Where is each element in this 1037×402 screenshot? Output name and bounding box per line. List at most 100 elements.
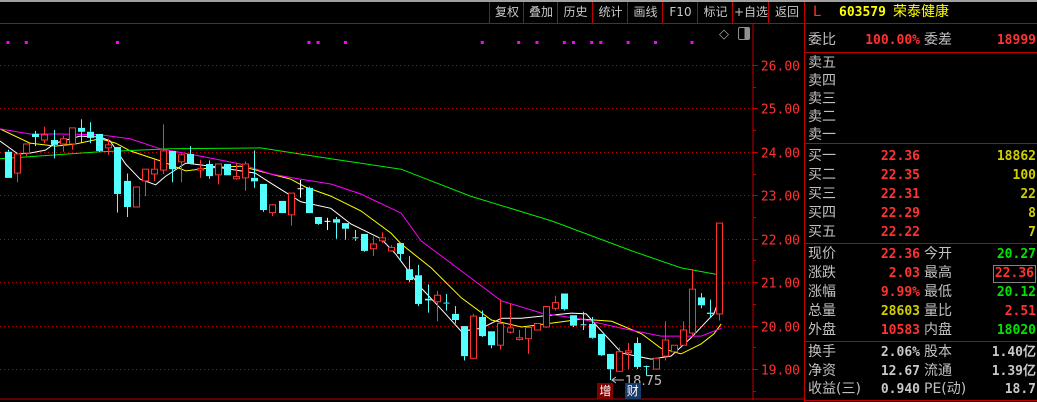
candle-body (288, 192, 295, 216)
toolbar-button-6[interactable]: 标记 (697, 2, 733, 23)
weibi-row: 委比 100.00% 委差 18999 (805, 31, 1037, 50)
candle-body (716, 222, 723, 315)
panel-toggle-icon[interactable] (738, 27, 750, 40)
info-value: 18.7 (1004, 382, 1036, 397)
candle-body (251, 177, 258, 182)
event-dot (517, 41, 521, 44)
stat-value: 22.36 (992, 265, 1036, 283)
price-tick-label: 26.00 (761, 60, 800, 75)
candle-body (653, 357, 660, 370)
divider (805, 52, 1037, 53)
candle-body (197, 167, 204, 171)
divider (805, 400, 1037, 401)
candle-body (698, 297, 705, 306)
event-dot (316, 41, 320, 44)
info-label: 换手 (808, 344, 836, 360)
info-value: 0.940 (880, 382, 920, 397)
candle-body (151, 168, 158, 175)
price-tick-label: 24.00 (761, 147, 800, 162)
moving-average-ma60 (0, 147, 722, 276)
buy-level-price: 22.31 (880, 187, 920, 202)
candle-body (260, 183, 267, 211)
candle-body (397, 243, 404, 254)
candle-body (634, 343, 641, 367)
stat-value: 2.51 (1004, 304, 1036, 319)
price-tick-label: 23.00 (761, 190, 800, 205)
candle-body (625, 350, 632, 354)
candle-body (215, 163, 222, 176)
toolbar-button-1[interactable]: 叠加 (523, 2, 558, 23)
candle-body (543, 306, 550, 328)
info-label: 流通 (924, 362, 952, 379)
stat-label: 涨幅 (808, 284, 836, 300)
weicha-value: 18999 (996, 33, 1036, 48)
candle-body (342, 223, 349, 229)
candle-body (425, 298, 432, 301)
candle-body (187, 153, 194, 164)
toolbar-button-5[interactable]: F10 (662, 2, 698, 23)
stat-value: 10583 (880, 323, 920, 338)
toolbar-button-3[interactable]: 统计 (592, 2, 628, 23)
candle-body (452, 313, 459, 321)
candle-body (434, 294, 441, 303)
candle-body (87, 131, 94, 138)
stat-label: 内盘 (924, 322, 952, 338)
event-dot (562, 41, 566, 44)
event-dot (343, 41, 347, 44)
price-tick-label: 19.00 (761, 364, 800, 379)
candle-body (461, 326, 468, 357)
info-value: 12.67 (880, 363, 920, 379)
event-dot (690, 41, 694, 44)
candlestick-plot[interactable]: 26.00 25.00 24.00 23.00 22.00 21.00 20.00 19.00… (0, 24, 804, 400)
stat-value: 22.36 (880, 247, 920, 262)
candle-body (406, 269, 413, 281)
buy-level-volume: 7 (1028, 225, 1036, 240)
event-dot (24, 41, 28, 44)
event-marker[interactable]: 财 (624, 383, 641, 399)
toolbar-button-7[interactable]: +自选 (732, 2, 769, 23)
kline-chart[interactable]: 26.00 25.00 24.00 23.00 22.00 21.00 20.00 19.00… (0, 24, 804, 400)
candle-body (315, 216, 322, 224)
candle-body (105, 144, 112, 149)
candle-body (142, 168, 149, 182)
moving-average-ma10 (0, 128, 722, 355)
candle-body (497, 322, 504, 346)
candle-body (561, 293, 568, 310)
weibi-value: 100.00% (865, 33, 920, 48)
stat-label: 总量 (808, 303, 836, 319)
buy-level-label: 买二 (808, 167, 836, 183)
candle-body (479, 316, 486, 337)
candle-body (607, 353, 614, 370)
event-dot (6, 41, 10, 44)
fundamental-row: 净资 12.67 流通 1.39亿 (805, 362, 1037, 381)
candle-body (96, 133, 103, 151)
toolbar-button-4[interactable]: 画线 (627, 2, 663, 23)
candle-body (114, 147, 121, 194)
divider (805, 143, 1037, 144)
candle-body (388, 246, 395, 252)
event-dot (307, 41, 311, 44)
candle-body (78, 127, 85, 132)
event-marker[interactable]: 增 (597, 383, 614, 399)
toolbar-button-2[interactable]: 历史 (557, 2, 593, 23)
toolbar-button-0[interactable]: 复权 (489, 2, 524, 23)
candle-body (242, 163, 249, 179)
event-dot (654, 41, 658, 44)
quote-stat-row: 涨跌 2.03 最高 22.36 (805, 264, 1037, 283)
diamond-icon[interactable]: ◇ (719, 27, 729, 42)
toolbar-button-8[interactable]: 返回 (768, 2, 805, 23)
candle-body (361, 233, 368, 251)
candle-body (516, 337, 523, 341)
candle-body (707, 312, 714, 314)
price-tick-label: 25.00 (761, 103, 800, 118)
candle-body (206, 163, 213, 177)
info-label: PE(动) (924, 381, 967, 397)
buy-level-price: 22.35 (880, 168, 920, 183)
candle-body (488, 331, 495, 346)
candle-body (415, 275, 422, 304)
candle-body (124, 180, 131, 208)
candle-body (470, 315, 477, 359)
sell-level-row: 卖四 (805, 72, 1037, 91)
chart-toolbar: 复权 叠加 历史 统计 画线 F10 标记 +自选 返回 (0, 2, 804, 24)
stat-value: 9.99% (880, 285, 920, 300)
